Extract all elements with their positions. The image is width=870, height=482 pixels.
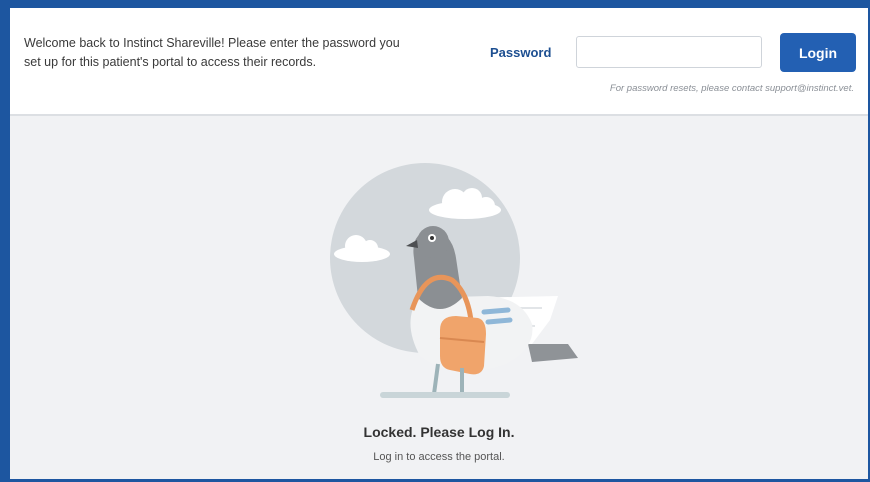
login-header: Welcome back to Instinct Shareville! Ple…	[10, 8, 868, 116]
locked-subtitle: Log in to access the portal.	[373, 451, 505, 463]
login-button[interactable]: Login	[780, 33, 856, 72]
pigeon-with-satchel-icon	[330, 163, 578, 398]
password-reset-note: For password resets, please contact supp…	[609, 83, 854, 94]
password-label: Password	[490, 45, 552, 60]
welcome-message: Welcome back to Instinct Shareville! Ple…	[24, 36, 400, 69]
locked-title: Locked. Please Log In.	[363, 424, 515, 440]
password-input[interactable]	[576, 36, 762, 68]
portal-frame: Welcome back to Instinct Shareville! Ple…	[10, 8, 868, 479]
